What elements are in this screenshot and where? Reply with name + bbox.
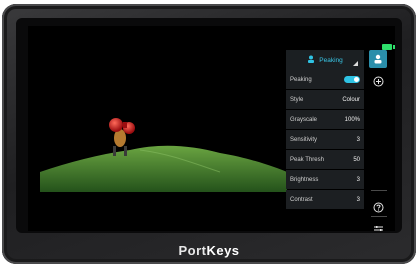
person-tab-button[interactable] bbox=[369, 50, 387, 68]
style-row[interactable]: Style Colour bbox=[286, 90, 364, 109]
camera-preview bbox=[40, 42, 287, 192]
contrast-row[interactable]: Contrast 3 bbox=[286, 190, 364, 209]
brightness-label: Brightness bbox=[290, 176, 319, 183]
style-label: Style bbox=[290, 96, 304, 103]
add-button[interactable] bbox=[369, 72, 387, 90]
contrast-value: 3 bbox=[356, 196, 360, 203]
peak-thresh-row[interactable]: Peak Thresh 50 bbox=[286, 150, 364, 169]
logo-suffix: Keys bbox=[206, 243, 240, 258]
grayscale-row[interactable]: Grayscale 100% bbox=[286, 110, 364, 129]
sensitivity-row[interactable]: Sensitivity 3 bbox=[286, 130, 364, 149]
sensitivity-value: 3 bbox=[356, 136, 360, 143]
dropdown-indicator-icon bbox=[353, 61, 358, 66]
grayscale-label: Grayscale bbox=[290, 116, 318, 123]
peaking-toggle[interactable] bbox=[344, 76, 360, 83]
peak-thresh-value: 50 bbox=[353, 156, 360, 163]
rail-divider bbox=[371, 216, 387, 217]
leaf-insect-image bbox=[40, 42, 287, 192]
person-icon bbox=[307, 55, 315, 65]
settings-menu: Peaking Peaking Style Colour Grayscale 1… bbox=[286, 50, 364, 230]
monitor-device: Peaking Peaking Style Colour Grayscale 1… bbox=[2, 4, 416, 264]
rail-divider bbox=[371, 190, 387, 191]
menu-title: Peaking bbox=[319, 56, 343, 64]
brand-logo: PortKeys bbox=[2, 243, 416, 258]
person-icon bbox=[374, 54, 382, 64]
sliders-icon bbox=[373, 225, 383, 231]
contrast-label: Contrast bbox=[290, 196, 313, 203]
style-value: Colour bbox=[342, 96, 360, 103]
brightness-value: 3 bbox=[356, 176, 360, 183]
adjust-button[interactable] bbox=[369, 220, 387, 231]
peaking-row[interactable]: Peaking bbox=[286, 70, 364, 89]
peaking-menu-header[interactable]: Peaking bbox=[286, 50, 364, 70]
grayscale-value: 100% bbox=[344, 116, 360, 123]
peaking-label: Peaking bbox=[290, 76, 312, 83]
monitor-screen: Peaking Peaking Style Colour Grayscale 1… bbox=[28, 26, 395, 231]
plus-circle-icon bbox=[373, 76, 383, 86]
logo-prefix: Port bbox=[178, 243, 207, 258]
brightness-row[interactable]: Brightness 3 bbox=[286, 170, 364, 189]
sensitivity-label: Sensitivity bbox=[290, 136, 318, 143]
side-rail bbox=[369, 50, 391, 231]
help-circle-icon bbox=[373, 202, 383, 212]
peak-thresh-label: Peak Thresh bbox=[290, 156, 324, 163]
help-button[interactable] bbox=[369, 198, 387, 216]
